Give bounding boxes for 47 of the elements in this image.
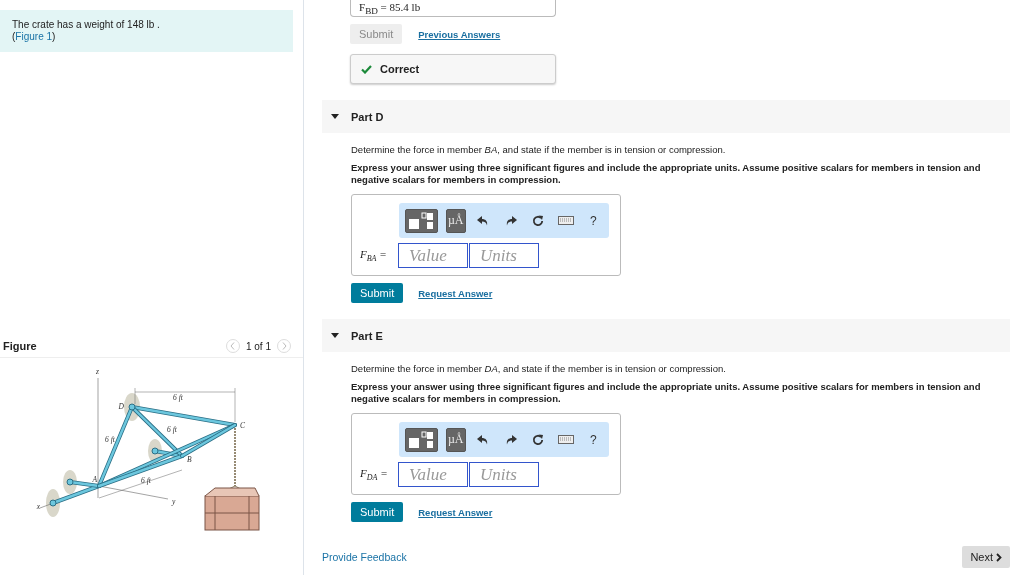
caret-icon — [331, 113, 339, 120]
value-field[interactable]: Value — [398, 462, 468, 487]
checkmark-icon — [361, 64, 372, 74]
part-header[interactable]: Part D — [322, 100, 1010, 133]
problem-text: The crate has a weight of 148 lb . — [12, 19, 161, 31]
caret-icon — [331, 332, 339, 339]
question-text: Determine the force in member DA, and state if the member is in tension or compression. — [351, 363, 727, 374]
instructions-text: Express your answer using three significant figures and include the appropriate units. Assume positive scalars for members in tension and negative scalars for members in compression. — [351, 162, 982, 186]
request-answer-link[interactable]: Request Answer — [418, 506, 493, 518]
keyboard-icon — [557, 435, 574, 444]
submit-button[interactable]: Submit — [351, 502, 404, 522]
units-button[interactable]: µÅ — [445, 427, 466, 452]
feedback-text: Correct — [380, 63, 420, 75]
previous-answers-link[interactable]: Previous Answers — [418, 28, 501, 40]
figure-title: Figure — [3, 340, 38, 352]
value-field[interactable]: Value — [398, 243, 468, 268]
help-button[interactable]: ? — [583, 427, 603, 452]
question-text: Determine the force in member BA, and state if the member is in tension or compression. — [351, 144, 727, 155]
answer-label: F$_{BA}$ = — [360, 247, 388, 264]
keyboard-icon — [557, 216, 574, 225]
chevron-left-icon — [230, 342, 236, 350]
reset-icon — [532, 214, 545, 227]
units-field[interactable]: Units — [469, 243, 539, 268]
part-header[interactable]: Part E — [322, 319, 1010, 352]
provide-feedback-link[interactable]: Provide Feedback — [322, 551, 407, 563]
templates-button[interactable] — [405, 208, 438, 233]
chevron-right-icon — [996, 552, 1002, 562]
chevron-right-icon — [281, 342, 287, 350]
redo-icon — [504, 215, 517, 226]
figure-reference: (Figure 1) — [12, 31, 57, 43]
undo-icon — [477, 434, 490, 445]
previous-answer: F$_{BD}$ = 85.4 lb — [350, 0, 556, 17]
templates-button[interactable] — [405, 427, 438, 452]
next-button[interactable]: Next — [962, 546, 1010, 568]
undo-icon — [477, 215, 490, 226]
help-button[interactable]: ? — [583, 208, 603, 233]
reset-icon — [532, 433, 545, 446]
request-answer-link[interactable]: Request Answer — [418, 287, 493, 299]
submit-button[interactable]: Submit — [351, 283, 404, 303]
redo-icon — [504, 434, 517, 445]
templates-icon — [407, 211, 436, 230]
instructions-text: Express your answer using three significant figures and include the appropriate units. Assume positive scalars for members in tension and negative scalars for members in compression. — [351, 381, 982, 405]
figure-pager: 1 of 1 — [245, 340, 271, 352]
templates-icon — [407, 430, 436, 449]
units-field[interactable]: Units — [469, 462, 539, 487]
units-button[interactable]: µÅ — [445, 208, 466, 233]
answer-label: F$_{DA}$ = — [360, 466, 389, 483]
